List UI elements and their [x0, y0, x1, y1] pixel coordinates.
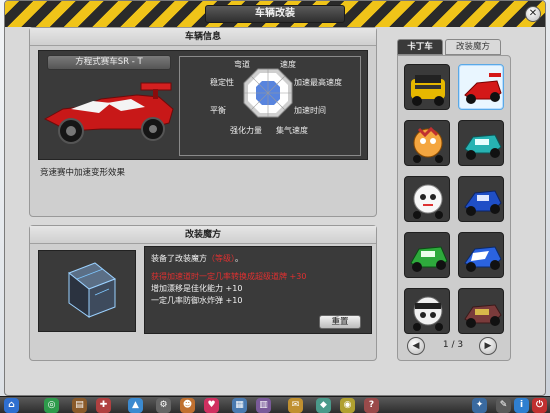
vehicle-info-header: 车辆信息 — [30, 28, 376, 46]
kart-slot-1[interactable] — [404, 64, 450, 110]
car-preview: 方程式赛车SR - T 弯道 速度 加速最高速度 加速时间 集气速度 强化力量 … — [38, 50, 368, 160]
mail-icon[interactable]: ✉ — [288, 398, 303, 413]
globe-icon[interactable]: ◎ — [44, 398, 59, 413]
kart-icon — [413, 296, 443, 331]
modification-window: 车辆改装 ✕ 车辆信息 方程式赛车SR - T 弯道 速度 加速最高速度 加速时… — [4, 0, 546, 396]
kart-icon — [413, 126, 443, 163]
info-icon[interactable]: i — [514, 398, 529, 413]
stat-label-stability: 稳定性 — [210, 78, 234, 87]
mod-cube-preview — [38, 250, 136, 332]
reset-button[interactable]: 重置 — [319, 315, 361, 329]
kart-icon — [464, 246, 502, 272]
close-button[interactable]: ✕ — [525, 6, 541, 22]
kart-slot-5[interactable] — [404, 176, 450, 222]
mod-magic-panel: 改装魔方 装备了改装魔方（等级）。 获得加速道时一定几率转换成超级道牌 +30 … — [29, 225, 377, 361]
bell-icon[interactable]: ◉ — [340, 398, 355, 413]
equipped-name: （等级） — [207, 254, 235, 263]
radar-octagon-icon — [243, 68, 293, 118]
kart-list-panel — [397, 55, 511, 361]
kart-slot-10[interactable] — [458, 288, 504, 334]
stat-label-charge-speed: 集气速度 — [276, 126, 308, 135]
kart-slot-8[interactable] — [458, 232, 504, 278]
person-icon[interactable]: ☻ — [180, 398, 195, 413]
kart-icon — [411, 75, 445, 106]
cart-icon[interactable]: ▤ — [72, 398, 87, 413]
settings-icon[interactable]: ✦ — [472, 398, 487, 413]
rocket-icon[interactable]: ▲ — [128, 398, 143, 413]
kart-slot-4[interactable] — [458, 120, 504, 166]
equipped-prefix: 装备了改装魔方 — [151, 254, 207, 263]
equipped-line: 装备了改装魔方（等级）。 — [151, 253, 243, 264]
mod-effects-box: 装备了改装魔方（等级）。 获得加速道时一定几率转换成超级道牌 +30 增加漂移是… — [144, 246, 372, 334]
kart-slot-3[interactable] — [404, 120, 450, 166]
equipped-suffix: 。 — [235, 254, 243, 263]
kart-icon — [464, 73, 502, 104]
stat-label-boost-top-speed: 加速最高速度 — [294, 78, 342, 87]
mod-magic-header: 改装魔方 — [30, 226, 376, 244]
kart-icon — [464, 190, 502, 216]
heart-icon[interactable]: ♥ — [204, 398, 219, 413]
window-title: 车辆改装 — [205, 5, 345, 23]
page-indicator: 1 / 3 — [442, 340, 464, 350]
taskbar: ⌂ ◎ ▤ ✚ ▲ ⚙ ☻ ♥ ▦ ▥ ✉ ◆ ◉ ? ✦ ✎ i ⏻ — [0, 396, 550, 413]
race-car-image — [43, 82, 174, 144]
tools-icon[interactable]: ✚ — [96, 398, 111, 413]
kart-slot-7[interactable] — [404, 232, 450, 278]
effect-line-1: 获得加速道时一定几率转换成超级道牌 +30 — [151, 272, 307, 281]
prev-page-button[interactable]: ◀ — [407, 337, 425, 355]
book-icon[interactable]: ▥ — [256, 398, 271, 413]
home-icon[interactable]: ⌂ — [4, 398, 19, 413]
cube-icon — [68, 262, 116, 318]
kart-slot-6[interactable] — [458, 176, 504, 222]
stat-label-power: 强化力量 — [230, 126, 262, 135]
kart-slot-2-selected[interactable] — [458, 64, 504, 110]
wrench-icon[interactable]: ✎ — [496, 398, 511, 413]
kart-icon — [410, 246, 448, 272]
kart-icon — [464, 304, 502, 328]
stat-label-balance: 平衡 — [210, 106, 226, 115]
stat-label-speed: 速度 — [280, 60, 296, 69]
stat-label-boost-time: 加速时间 — [294, 106, 326, 115]
effect-description: 竞速赛中加速变形效果 — [40, 168, 126, 178]
shop-icon[interactable]: ◆ — [316, 398, 331, 413]
stats-radar-chart: 弯道 速度 加速最高速度 加速时间 集气速度 强化力量 平衡 稳定性 — [179, 56, 361, 156]
power-icon[interactable]: ⏻ — [532, 398, 547, 413]
kart-slot-9[interactable] — [404, 288, 450, 334]
kart-icon — [413, 184, 443, 219]
gear-icon[interactable]: ⚙ — [156, 398, 171, 413]
stat-label-corner: 弯道 — [234, 60, 250, 69]
car-name-label: 方程式赛车SR - T — [47, 55, 171, 70]
quest-icon[interactable]: ? — [364, 398, 379, 413]
effect-line-3: 一定几率防御水炸弹 +10 — [151, 296, 243, 305]
chart-icon[interactable]: ▦ — [232, 398, 247, 413]
vehicle-info-panel: 车辆信息 方程式赛车SR - T 弯道 速度 加速最高速度 加速时间 集气速度 … — [29, 27, 377, 217]
effect-line-2: 增加漂移是佳化能力 +10 — [151, 284, 243, 293]
kart-icon — [464, 134, 502, 160]
next-page-button[interactable]: ▶ — [479, 337, 497, 355]
tab-kart[interactable]: 卡丁车 — [397, 39, 443, 55]
tab-mod-magic[interactable]: 改装魔方 — [445, 39, 501, 55]
